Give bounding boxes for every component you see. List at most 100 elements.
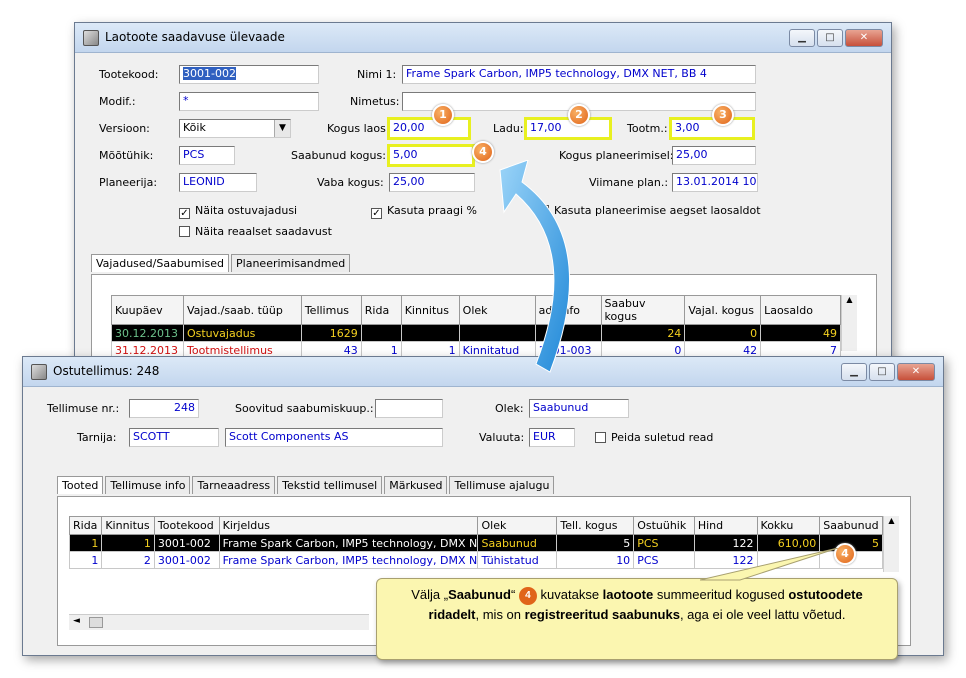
soovitud-field[interactable] (375, 399, 443, 418)
table-row[interactable]: 30.12.2013 Ostuvajadus 1629 24 0 49 (111, 324, 841, 342)
callout-p5: , mis on (475, 607, 525, 622)
col-rida[interactable]: Rida (68, 516, 103, 535)
nimi1-label: Nimi 1: (357, 68, 397, 81)
saabunud-kogus-field[interactable]: 5,00 (387, 144, 475, 167)
tarnija-kood-field[interactable]: SCOTT (129, 428, 219, 447)
nimi1-field[interactable]: Frame Spark Carbon, IMP5 technology, DMX… (402, 65, 756, 84)
chk-praagi[interactable]: ✓ Kasuta praagi % (371, 204, 477, 219)
callout-badge-icon: 4 (518, 587, 537, 605)
soovitud-label: Soovitud saabumiskuup.: (235, 402, 374, 415)
col-vajal[interactable]: Vajal. kogus (684, 295, 762, 325)
col-kinnitus[interactable]: Kinnitus (400, 295, 460, 325)
col-saabunud[interactable]: Saabunud (819, 516, 883, 535)
cell: 49 (760, 324, 841, 342)
col-laosaldo[interactable]: Laosaldo (760, 295, 841, 325)
tootekood-field[interactable]: 3001-002 (179, 65, 319, 84)
ladu-field[interactable]: 17,00 (524, 117, 612, 140)
cell: PCS (633, 551, 695, 569)
col-kinnitus[interactable]: Kinnitus (101, 516, 155, 535)
viimane-plan-field[interactable]: 13.01.2014 10:04:46 (672, 173, 758, 192)
badge-2: 2 (568, 104, 590, 126)
valuuta-field[interactable]: EUR (529, 428, 575, 447)
cell: Frame Spark Carbon, IMP5 technology, DMX… (218, 534, 479, 552)
tootekood-label: Tootekood: (99, 68, 159, 81)
chk-peida[interactable]: Peida suletud read (595, 431, 713, 444)
cell: 2 (101, 551, 155, 569)
chk-ostuvajadusi[interactable]: ✓ Näita ostuvajadusi (179, 204, 297, 219)
col-olek[interactable]: Olek (477, 516, 558, 535)
blue-arrow-icon (499, 160, 571, 373)
callout-p4: summeeritud kogused (653, 587, 789, 602)
planeerija-field[interactable]: LEONID (179, 173, 257, 192)
close-button[interactable]: ✕ (845, 29, 883, 47)
kogus-laos-field[interactable]: 20,00 (387, 117, 471, 140)
scroll-thumb[interactable] (89, 617, 103, 628)
col-tell-kogus[interactable]: Tell. kogus (556, 516, 635, 535)
cell: 30.12.2013 (111, 324, 184, 342)
col-tyyp[interactable]: Vajad./saab. tüüp (182, 295, 302, 325)
tootekood-value: 3001-002 (183, 67, 236, 80)
checkbox-empty-icon (179, 226, 190, 237)
chk-peida-label: Peida suletud read (611, 431, 714, 444)
cell: 5 (556, 534, 635, 552)
col-tootekood[interactable]: Tootekood (153, 516, 220, 535)
cell: 0 (684, 324, 762, 342)
callout-pointer (700, 548, 839, 581)
chk-ostuvajadusi-label: Näita ostuvajadusi (195, 204, 298, 217)
maximize-button[interactable]: □ (869, 363, 895, 381)
tab-tekstid[interactable]: Tekstid tellimusel (277, 476, 383, 494)
badge-1: 1 (432, 104, 454, 126)
checkbox-empty-icon (595, 432, 606, 443)
tarnija-label: Tarnija: (77, 431, 117, 444)
availability-vscrollbar[interactable]: ▲ (841, 295, 857, 351)
chk-reaalset[interactable]: Näita reaalset saadavust (179, 225, 332, 238)
col-kirjeldus[interactable]: Kirjeldus (218, 516, 479, 535)
col-rida[interactable]: Rida (360, 295, 402, 325)
tarnija-nimi-field[interactable]: Scott Components AS (225, 428, 443, 447)
minimize-button[interactable]: ▁ (789, 29, 815, 47)
cell: Tühistatud (477, 551, 558, 569)
tab-tellimuse-info[interactable]: Tellimuse info (105, 476, 191, 494)
tab-ajalugu[interactable]: Tellimuse ajalugu (449, 476, 555, 494)
kogus-planeerimisel-field[interactable]: 25,00 (672, 146, 756, 165)
availability-title: Laotoote saadavuse ülevaade (105, 30, 285, 44)
modif-label: Modif.: (99, 95, 136, 108)
versioon-label: Versioon: (99, 122, 150, 135)
tab-tooted[interactable]: Tooted (57, 476, 104, 494)
close-button[interactable]: ✕ (897, 363, 935, 381)
purchase-order-vscrollbar[interactable]: ▲ (883, 516, 899, 572)
vaba-kogus-field[interactable]: 25,00 (389, 173, 475, 192)
col-kokku[interactable]: Kokku (756, 516, 821, 535)
cell: Saabunud (477, 534, 558, 552)
cell: 3001-002 (153, 551, 220, 569)
scroll-up-icon[interactable]: ▲ (884, 516, 899, 525)
mootuhik-field[interactable]: PCS (179, 146, 235, 165)
purchase-order-tabs: Tooted Tellimuse info Tarneaadress Tekst… (57, 476, 556, 494)
scroll-left-icon[interactable]: ◄ (73, 616, 80, 626)
maximize-button[interactable]: □ (817, 29, 843, 47)
olek-field[interactable]: Saabunud (529, 399, 629, 418)
availability-tabs: Vajadused/Saabumised Planeerimisandmed (91, 254, 352, 272)
cell: 1 (68, 551, 103, 569)
tab-markused[interactable]: Märkused (384, 476, 448, 494)
col-kuupaev[interactable]: Kuupäev (111, 295, 184, 325)
cell: 1629 (300, 324, 362, 342)
modif-field[interactable]: * (179, 92, 319, 111)
tab-vajadused[interactable]: Vajadused/Saabumised (91, 254, 230, 272)
cell: PCS (633, 534, 695, 552)
tab-planeerimisandmed[interactable]: Planeerimisandmed (231, 254, 351, 272)
col-hind[interactable]: Hind (693, 516, 758, 535)
purchase-order-hscrollbar[interactable]: ◄ (69, 614, 369, 630)
col-ostuuhik[interactable]: Ostuühik (633, 516, 695, 535)
versioon-select[interactable]: Kõik ▼ (179, 119, 291, 138)
scroll-up-icon[interactable]: ▲ (842, 295, 857, 304)
tootm-field[interactable]: 3,00 (669, 117, 755, 140)
minimize-button[interactable]: ▁ (841, 363, 867, 381)
versioon-value: Kõik (183, 121, 206, 134)
planeerija-label: Planeerija: (99, 176, 158, 189)
col-tellimus[interactable]: Tellimus (300, 295, 362, 325)
tab-tarneaadress[interactable]: Tarneaadress (192, 476, 276, 494)
callout-p1: Välja „ (411, 587, 449, 602)
tellimuse-nr-field[interactable]: 248 (129, 399, 199, 418)
kogus-laos-label: Kogus laos: (327, 122, 390, 135)
